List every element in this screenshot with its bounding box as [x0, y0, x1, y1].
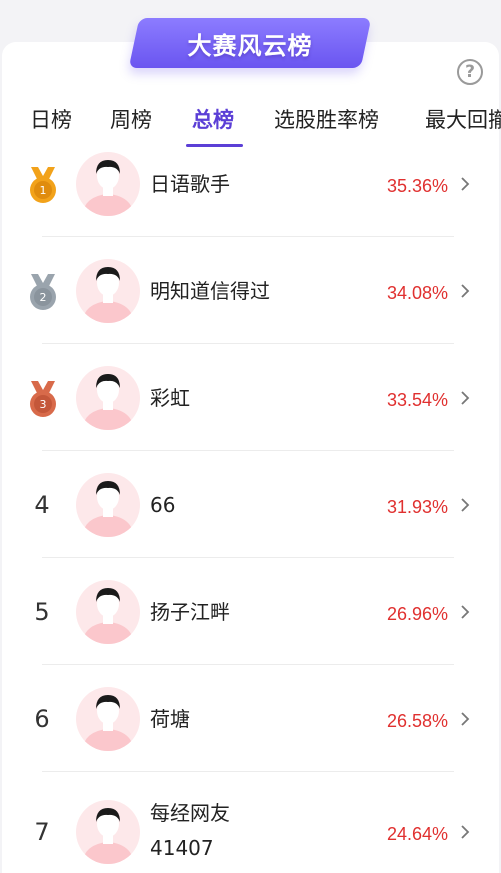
banner-title: 大赛风云榜: [187, 31, 313, 60]
user-name-line-2: 41407: [150, 836, 214, 860]
chevron-right-icon[interactable]: [460, 390, 470, 406]
user-name-line-1: 每经网友: [150, 801, 230, 825]
list-item[interactable]: 7 每经网友 41407 24.64%: [0, 772, 501, 873]
rank-number: 7: [34, 818, 50, 846]
tab-daily[interactable]: 日榜: [30, 104, 72, 134]
tab-win-rate[interactable]: 选股胜率榜: [274, 104, 379, 134]
avatar[interactable]: [76, 366, 140, 430]
avatar-placeholder-icon: [82, 267, 134, 323]
medal-rank-label: 1: [40, 184, 47, 197]
avatar-placeholder-icon: [82, 808, 134, 864]
list-item[interactable]: 5 扬子江畔 26.96%: [0, 558, 501, 665]
chevron-right-icon[interactable]: [460, 824, 470, 840]
silver-medal-icon: 2: [30, 274, 56, 310]
active-tab-indicator: [186, 144, 243, 147]
tab-max-drawdown[interactable]: 最大回撤: [425, 104, 501, 134]
return-rate: 31.93%: [386, 497, 448, 517]
medal-rank-label: 2: [40, 291, 47, 304]
avatar[interactable]: [76, 580, 140, 644]
avatar[interactable]: [76, 473, 140, 537]
return-rate: 26.58%: [386, 711, 448, 731]
help-icon[interactable]: ?: [457, 59, 483, 85]
chevron-right-icon[interactable]: [460, 604, 470, 620]
chevron-right-icon[interactable]: [460, 176, 470, 192]
rank-number: 5: [34, 598, 50, 626]
user-name: 明知道信得过: [150, 279, 270, 303]
user-name: 66: [150, 493, 176, 517]
avatar-placeholder-icon: [82, 481, 134, 537]
avatar-placeholder-icon: [82, 695, 134, 751]
avatar[interactable]: [76, 259, 140, 323]
list-item[interactable]: 3 彩虹 33.54%: [0, 344, 501, 451]
rank-number: 4: [34, 491, 50, 519]
list-item[interactable]: 6 荷塘 26.58%: [0, 665, 501, 772]
gold-medal-icon: 1: [30, 167, 56, 203]
chevron-right-icon[interactable]: [460, 497, 470, 513]
user-name: 日语歌手: [150, 172, 230, 196]
leaderboard-banner: 大赛风云榜: [128, 18, 372, 68]
tab-weekly[interactable]: 周榜: [110, 104, 152, 134]
chevron-right-icon[interactable]: [460, 283, 470, 299]
avatar[interactable]: [76, 800, 140, 864]
medal-rank-label: 3: [40, 398, 47, 411]
rank-number: 6: [34, 705, 50, 733]
avatar[interactable]: [76, 687, 140, 751]
avatar-placeholder-icon: [82, 374, 134, 430]
user-name: 扬子江畔: [150, 600, 230, 624]
return-rate: 34.08%: [386, 283, 448, 303]
tab-overall[interactable]: 总榜: [192, 104, 234, 134]
return-rate: 26.96%: [386, 604, 448, 624]
chevron-right-icon[interactable]: [460, 711, 470, 727]
list-item[interactable]: 2 明知道信得过 34.08%: [0, 237, 501, 344]
avatar-placeholder-icon: [82, 588, 134, 644]
avatar-placeholder-icon: [82, 160, 134, 216]
return-rate: 35.36%: [386, 176, 448, 196]
user-name: 彩虹: [150, 386, 190, 410]
list-item[interactable]: 4 66 31.93%: [0, 451, 501, 558]
return-rate: 33.54%: [386, 390, 448, 410]
user-name: 荷塘: [150, 707, 190, 731]
bronze-medal-icon: 3: [30, 381, 56, 417]
tab-bar: 日榜 周榜 总榜 选股胜率榜 最大回撤: [0, 96, 501, 148]
avatar[interactable]: [76, 152, 140, 216]
return-rate: 24.64%: [386, 824, 448, 844]
